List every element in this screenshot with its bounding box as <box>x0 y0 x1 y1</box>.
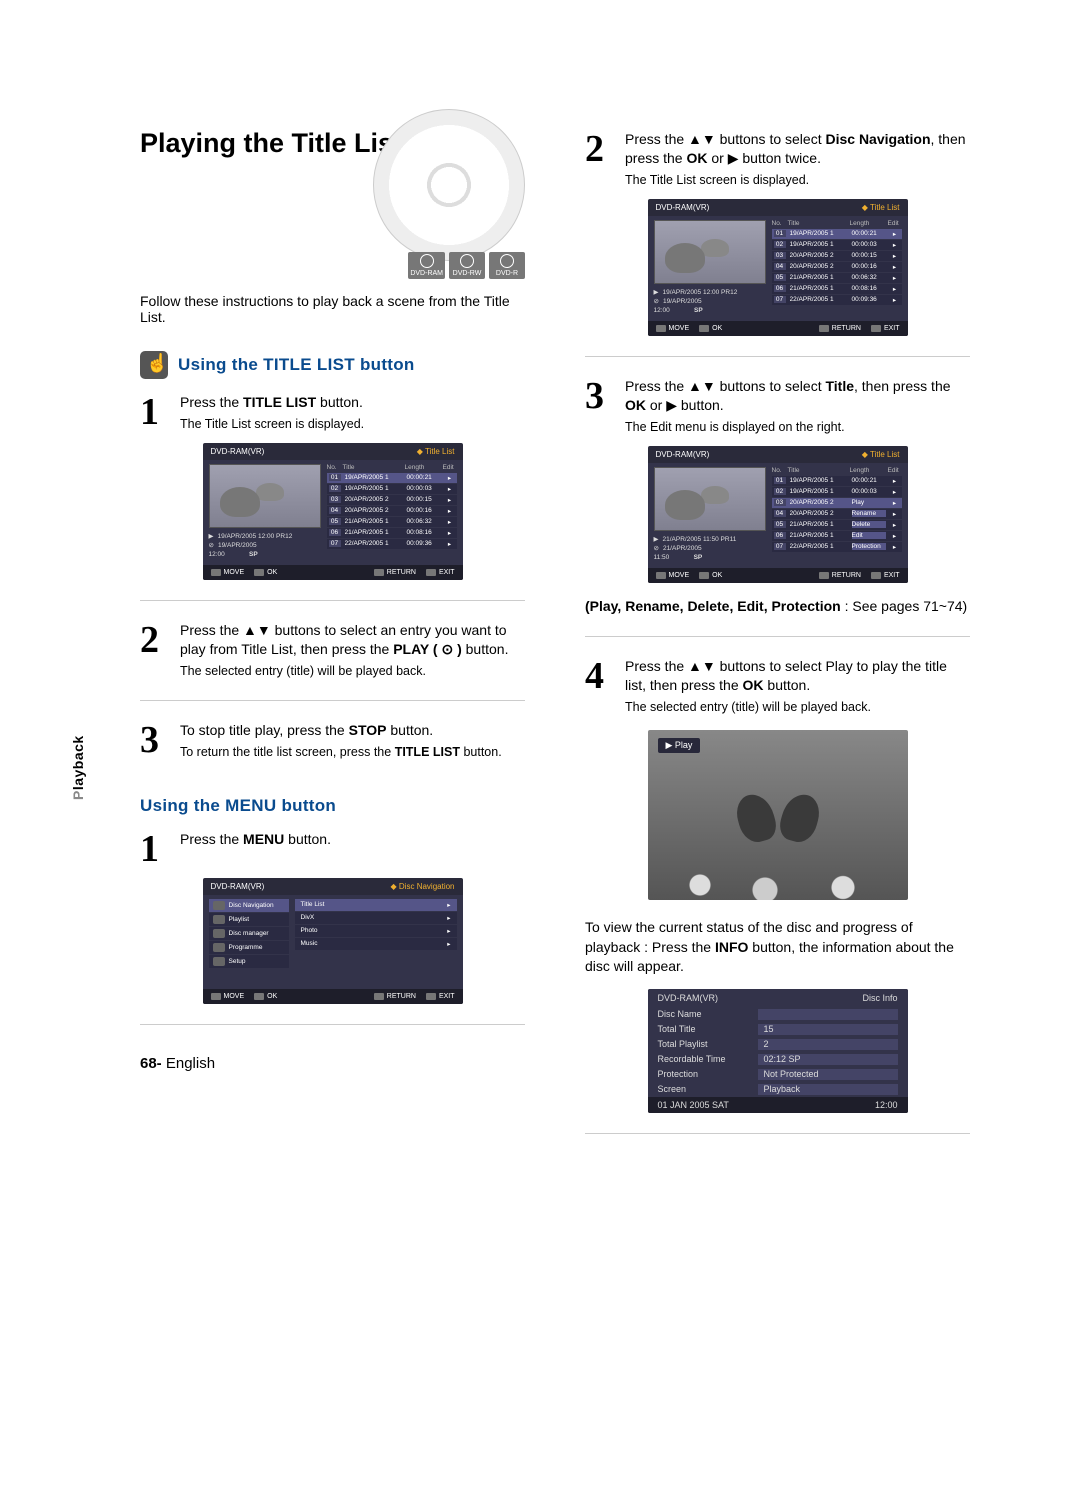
intro-text: Follow these instructions to play back a… <box>140 293 525 325</box>
section-title-b: Using the MENU button <box>140 796 336 816</box>
ui-title-list: DVD-RAM(VR) ◆ Title List ▶ 19/APR/2005 1… <box>203 443 463 580</box>
badge-dvd-r: DVD-R <box>489 252 525 279</box>
hand-icon <box>140 351 168 379</box>
step-number: 3 <box>585 377 615 436</box>
table-row: 0219/APR/2005 100:00:03▸ <box>327 484 457 494</box>
badge-dvd-ram: DVD-RAM <box>408 252 445 279</box>
play-label: ▶ Play <box>658 738 701 753</box>
table-row: 0320/APR/2005 200:00:15▸ <box>327 495 457 505</box>
table-row: 0621/APR/2005 1Edit▸ <box>772 531 902 541</box>
table-row: 0119/APR/2005 100:00:21▸ <box>772 476 902 486</box>
info-row: Total Playlist2 <box>648 1037 908 1052</box>
edit-menu-note: (Play, Rename, Delete, Edit, Protection … <box>585 597 970 617</box>
info-row: Disc Name <box>648 1007 908 1022</box>
page-number: 68- English <box>140 1055 525 1072</box>
nav-left-item: Programme <box>209 941 289 954</box>
step-number: 1 <box>140 393 170 433</box>
ui-header-left: DVD-RAM(VR) <box>211 447 265 456</box>
nav-left-item: Disc manager <box>209 927 289 940</box>
table-row: 0219/APR/2005 100:00:03▸ <box>772 487 902 497</box>
nav-left-item: Playlist <box>209 913 289 926</box>
info-row: ProtectionNot Protected <box>648 1067 908 1082</box>
col1-step1: 1 Press the TITLE LIST button. The Title… <box>140 393 525 433</box>
nav-left-item: Disc Navigation <box>209 899 289 912</box>
col1-step2: 2 Press the ▲▼ buttons to select an entr… <box>140 621 525 680</box>
step-number: 4 <box>585 657 615 716</box>
info-row: ScreenPlayback <box>648 1082 908 1097</box>
ui-title-list-edit: DVD-RAM(VR) ◆ Title List ▶ 21/APR/2005 1… <box>648 446 908 583</box>
table-row: 0420/APR/2005 200:00:16▸ <box>772 262 902 272</box>
table-row: 0722/APR/2005 100:09:36▸ <box>772 295 902 305</box>
nav-right-item: Title List▸ <box>295 899 457 911</box>
ui-disc-info: DVD-RAM(VR) Disc Info Disc NameTotal Tit… <box>648 989 908 1113</box>
ui-title-list-2: DVD-RAM(VR) ◆ Title List ▶ 19/APR/2005 1… <box>648 199 908 336</box>
table-row: 0521/APR/2005 1Delete▸ <box>772 520 902 530</box>
table-row: 0119/APR/2005 100:00:21▸ <box>772 229 902 239</box>
step-number: 3 <box>140 721 170 761</box>
table-row: 0722/APR/2005 1Protection▸ <box>772 542 902 552</box>
step-sub: The selected entry (title) will be playe… <box>180 663 525 680</box>
table-row: 0320/APR/2005 200:00:15▸ <box>772 251 902 261</box>
table-row: 0521/APR/2005 100:06:32▸ <box>327 517 457 527</box>
table-row: 0119/APR/2005 100:00:21▸ <box>327 473 457 483</box>
ui-play-preview: ▶ Play <box>648 730 908 900</box>
info-row: Recordable Time02:12 SP <box>648 1052 908 1067</box>
table-row: 0420/APR/2005 2Rename▸ <box>772 509 902 519</box>
col2-step3: 3 Press the ▲▼ buttons to select Title, … <box>585 377 970 436</box>
table-row: 0621/APR/2005 100:08:16▸ <box>327 528 457 538</box>
table-row: 0521/APR/2005 100:06:32▸ <box>772 273 902 283</box>
title-art: DVD-RAM DVD-RW DVD-R <box>140 159 525 279</box>
disc-graphic <box>373 109 525 261</box>
step-number: 2 <box>140 621 170 680</box>
step-number: 2 <box>585 130 615 189</box>
ui-title-list-rows: No. Title Length Edit 0119/APR/2005 100:… <box>327 464 457 559</box>
nav-right-item: Photo▸ <box>295 925 457 937</box>
ui-header-right: Title List <box>425 447 455 456</box>
nav-right-item: DivX▸ <box>295 912 457 924</box>
table-row: 0621/APR/2005 100:08:16▸ <box>772 284 902 294</box>
ui-disc-navigation: DVD-RAM(VR) ◆ Disc Navigation Disc Navig… <box>203 878 463 1004</box>
step-sub: The Title List screen is displayed. <box>180 416 525 433</box>
col1-step3: 3 To stop title play, press the STOP but… <box>140 721 525 761</box>
info-row: Total Title15 <box>648 1022 908 1037</box>
col2-step4: 4 Press the ▲▼ buttons to select Play to… <box>585 657 970 716</box>
badge-dvd-rw: DVD-RW <box>449 252 485 279</box>
ui-thumbnail <box>209 464 321 528</box>
table-row: 0420/APR/2005 200:00:16▸ <box>327 506 457 516</box>
step-number: 1 <box>140 830 170 868</box>
nav-left-item: Setup <box>209 955 289 968</box>
nav-right-item: Music▸ <box>295 938 457 950</box>
table-row: 0219/APR/2005 100:00:03▸ <box>772 240 902 250</box>
col1-stepB1: 1 Press the MENU button. <box>140 830 525 868</box>
table-row: 0722/APR/2005 100:09:36▸ <box>327 539 457 549</box>
side-tab: Playback <box>70 735 86 800</box>
info-note: To view the current status of the disc a… <box>585 918 970 977</box>
left-column: Playing the Title List DVD-RAM DVD-RW DV… <box>140 120 525 1154</box>
right-column: 2 Press the ▲▼ buttons to select Disc Na… <box>585 120 970 1154</box>
col2-step2: 2 Press the ▲▼ buttons to select Disc Na… <box>585 130 970 189</box>
table-row: 0320/APR/2005 2Play▸ <box>772 498 902 508</box>
section-title-a: Using the TITLE LIST button <box>178 355 415 375</box>
